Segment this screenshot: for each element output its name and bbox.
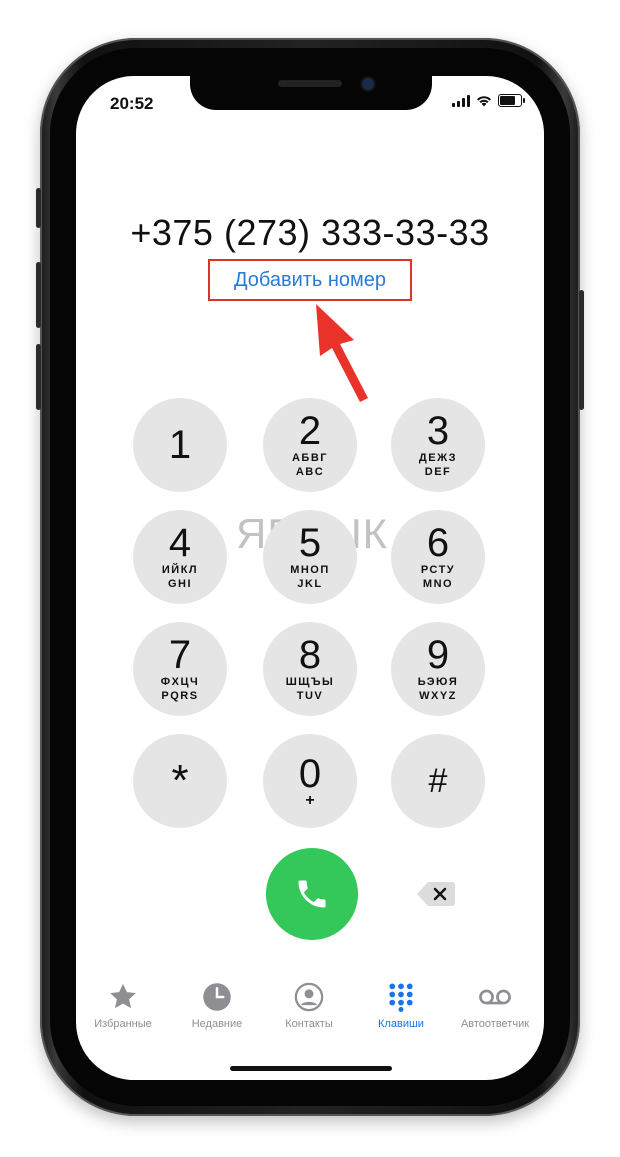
power-button (579, 290, 584, 410)
speaker-grille (278, 80, 342, 87)
key-letters-latin: ABC (295, 466, 325, 478)
backspace-icon[interactable] (416, 880, 456, 908)
phone-screen: 20:52 +375 (273) 333-33-33 Добавить номе… (76, 76, 544, 1080)
add-number-link[interactable]: Добавить номер (208, 259, 412, 301)
star-icon (110, 983, 136, 1009)
key-letters-cyrillic: МНОП (290, 564, 330, 576)
key-letters-latin: MNO (422, 578, 454, 590)
key-2[interactable]: 2 АБВГ ABC (263, 398, 357, 492)
key-letters-cyrillic: ИЙКЛ (161, 564, 199, 576)
notch (190, 76, 432, 110)
key-digit: 3 (426, 409, 450, 453)
key-letters-latin: DEF (424, 466, 452, 478)
tab-favorites[interactable]: Избранные (78, 982, 168, 1030)
tab-label: Недавние (191, 1018, 243, 1030)
key-digit: 0 (298, 752, 322, 796)
tab-keypad[interactable]: Клавиши (356, 982, 446, 1030)
status-icons (452, 94, 525, 107)
key-digit: 5 (298, 521, 322, 565)
key-3[interactable]: 3 ДЕЖЗ DEF (391, 398, 485, 492)
status-time: 20:52 (110, 94, 154, 113)
call-button[interactable] (266, 848, 358, 940)
key-letters-latin: GHI (167, 578, 193, 590)
battery-icon (498, 94, 525, 107)
home-indicator[interactable] (230, 1066, 392, 1071)
tab-label: Клавиши (378, 1018, 424, 1030)
key-star[interactable]: * (133, 734, 227, 828)
volume-down-button (36, 344, 41, 410)
key-digit: 1 (168, 423, 192, 467)
key-letters-latin: PQRS (161, 690, 199, 702)
key-letters-cyrillic: ЬЭЮЯ (417, 676, 459, 688)
key-hash[interactable]: # (391, 734, 485, 828)
key-digit: # (428, 762, 448, 800)
key-digit: * (171, 756, 189, 805)
key-5[interactable]: 5 МНОП JKL (263, 510, 357, 604)
key-1[interactable]: 1 (133, 398, 227, 492)
dialed-number: +375 (273) 333-33-33 (130, 212, 490, 253)
voicemail-icon (479, 989, 511, 1005)
key-digit: 2 (298, 409, 322, 453)
key-8[interactable]: 8 ШЩЪЫ TUV (263, 622, 357, 716)
key-letters-cyrillic: ШЩЪЫ (285, 676, 335, 688)
tab-label: Избранные (94, 1018, 152, 1030)
key-0[interactable]: 0 + (263, 734, 357, 828)
key-6[interactable]: 6 РСТУ MNO (391, 510, 485, 604)
key-digit: 6 (426, 521, 450, 565)
key-letters-cyrillic: АБВГ (291, 452, 329, 464)
key-9[interactable]: 9 ЬЭЮЯ WXYZ (391, 622, 485, 716)
tab-voicemail[interactable]: Автоответчик (450, 982, 540, 1030)
contact-icon (294, 982, 324, 1012)
key-4[interactable]: 4 ИЙКЛ GHI (133, 510, 227, 604)
key-digit: 4 (168, 521, 192, 565)
key-letters-cyrillic: РСТУ (420, 564, 456, 576)
key-digit: 8 (298, 633, 322, 677)
silent-switch (36, 188, 41, 228)
key-letters-cyrillic: ДЕЖЗ (418, 452, 458, 464)
wifi-icon (477, 95, 491, 106)
key-7[interactable]: 7 ФХЦЧ PQRS (133, 622, 227, 716)
tab-label: Контакты (285, 1018, 333, 1030)
key-letters-latin: TUV (296, 690, 324, 702)
phone-icon (298, 880, 326, 908)
signal-icon (452, 94, 470, 107)
key-letters-latin: JKL (297, 578, 323, 590)
tab-label: Автоответчик (460, 1018, 530, 1030)
tab-recents[interactable]: Недавние (172, 982, 262, 1030)
key-digit: 9 (426, 633, 450, 677)
red-arrow-annotation (316, 304, 368, 402)
front-camera (362, 78, 374, 90)
clock-icon (203, 983, 231, 1011)
key-plus: + (305, 792, 315, 809)
key-digit: 7 (168, 633, 192, 677)
key-letters-cyrillic: ФХЦЧ (160, 676, 200, 688)
tab-contacts[interactable]: Контакты (264, 982, 354, 1030)
key-letters-latin: WXYZ (419, 690, 457, 702)
tab-bar: Избранные Недавние Контакты Клавиши Авто… (76, 982, 544, 1042)
volume-up-button (36, 262, 41, 328)
keypad-icon (389, 983, 413, 1012)
